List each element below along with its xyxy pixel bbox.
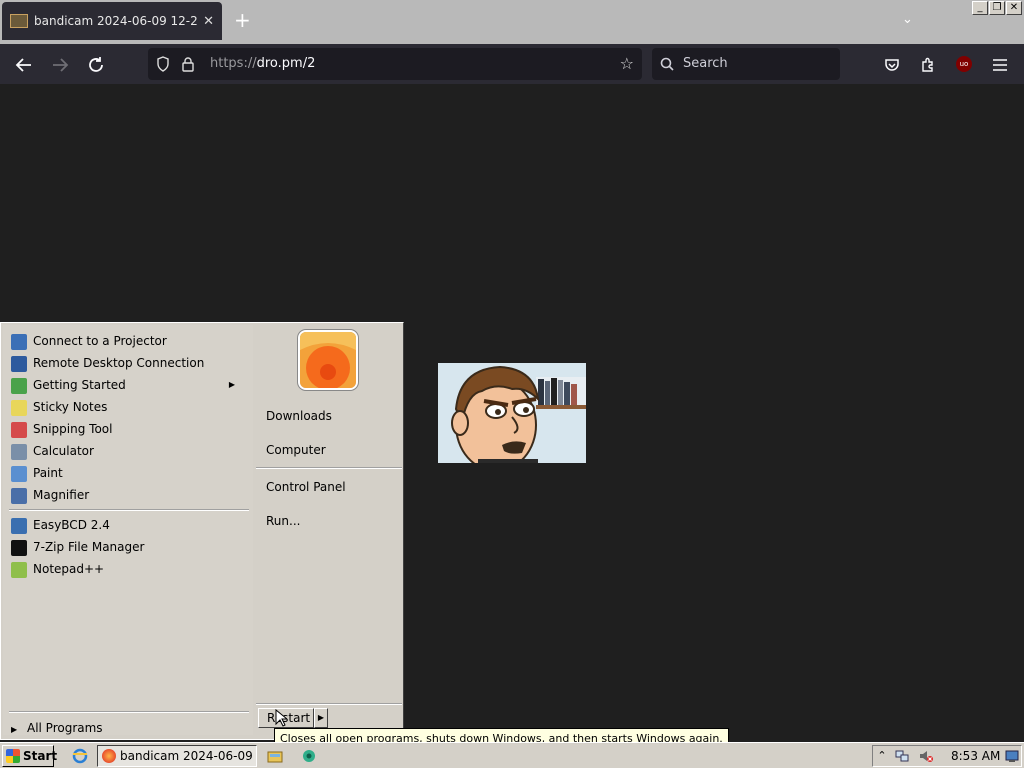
- search-placeholder: Search: [683, 56, 728, 71]
- downloads-item[interactable]: Downloads: [266, 409, 332, 423]
- control-panel-item[interactable]: Control Panel: [266, 480, 346, 494]
- start-menu-item-remote-desktop[interactable]: Remote Desktop Connection: [11, 352, 243, 374]
- menu-hamburger-icon[interactable]: [992, 44, 1008, 84]
- url-host: dro.pm/2: [256, 56, 316, 71]
- start-button[interactable]: Start: [2, 745, 58, 767]
- start-menu-item-label: Remote Desktop Connection: [33, 356, 205, 370]
- restore-button[interactable]: ❐: [989, 1, 1005, 15]
- forward-icon[interactable]: [51, 44, 69, 84]
- start-menu-item-label: Getting Started: [33, 378, 126, 392]
- start-label: Start: [23, 749, 58, 763]
- start-menu-item-label: Snipping Tool: [33, 422, 113, 436]
- tab-strip: bandicam 2024-06-09 12-20-53-0 ✕ + ⌄ _ ❐…: [0, 0, 1024, 44]
- start-menu-item-label: Sticky Notes: [33, 400, 108, 414]
- show-desktop-icon[interactable]: [1005, 749, 1019, 763]
- start-menu-item-label: 7-Zip File Manager: [33, 540, 145, 554]
- remote-desktop-icon: [11, 355, 27, 372]
- start-menu-item-label: Notepad++: [33, 562, 105, 576]
- windows-logo-icon: [6, 749, 20, 763]
- right-pane-separator: [256, 467, 402, 469]
- start-menu-item-notepad-plus-plus[interactable]: Notepad++: [11, 558, 243, 580]
- window-controls: _ ❐ ✕: [972, 1, 1022, 15]
- notepad-plus-plus-icon: [11, 561, 27, 578]
- tracking-protection-icon[interactable]: [156, 48, 170, 80]
- reload-icon[interactable]: [87, 44, 105, 84]
- tab-title: bandicam 2024-06-09 12-20-53-0: [34, 14, 198, 28]
- start-menu-item-label: Calculator: [33, 444, 94, 458]
- projector-icon: [11, 333, 27, 350]
- url-text[interactable]: https://dro.pm/2: [210, 48, 315, 80]
- lock-icon[interactable]: [182, 48, 194, 80]
- shutdown-separator: [256, 703, 402, 705]
- url-scheme: https://: [210, 56, 257, 71]
- navigation-bar: https://dro.pm/2 ☆ Search uo: [0, 44, 1024, 84]
- url-bar[interactable]: https://dro.pm/2 ☆: [148, 48, 642, 80]
- ublock-origin-icon[interactable]: uo: [956, 56, 972, 72]
- start-menu-item-snipping-tool[interactable]: Snipping Tool: [11, 418, 243, 440]
- pocket-icon[interactable]: [884, 44, 900, 84]
- start-menu-item-getting-started[interactable]: Getting Started ▶: [11, 374, 243, 396]
- start-menu-item-label: EasyBCD 2.4: [33, 518, 110, 532]
- start-menu-item-label: Paint: [33, 466, 63, 480]
- bookmark-star-icon[interactable]: ☆: [620, 48, 634, 80]
- sticky-notes-icon: [11, 399, 27, 416]
- mouse-cursor-icon: [275, 708, 289, 730]
- shutdown-options-arrow-icon[interactable]: ▶: [314, 708, 328, 728]
- submenu-arrow-icon: ▶: [228, 380, 235, 389]
- start-menu-item-paint[interactable]: Paint: [11, 462, 243, 484]
- start-menu-item-magnifier[interactable]: Magnifier: [11, 484, 243, 506]
- magnifier-icon: [11, 487, 27, 504]
- calculator-icon: [11, 443, 27, 460]
- close-tab-icon[interactable]: ✕: [203, 14, 214, 29]
- all-programs-arrow-icon: ▶: [11, 725, 18, 734]
- seven-zip-icon: [11, 539, 27, 556]
- new-tab-icon[interactable]: +: [234, 10, 251, 30]
- all-programs-label: All Programs: [26, 721, 103, 735]
- start-menu-item-label: Magnifier: [33, 488, 90, 502]
- minimize-button[interactable]: _: [972, 1, 988, 15]
- programs-separator: [9, 509, 249, 511]
- show-hidden-icons-icon[interactable]: ⌃: [875, 749, 889, 763]
- paint-icon: [11, 465, 27, 482]
- easybcd-icon: [11, 517, 27, 534]
- file-manager-icon[interactable]: [267, 748, 283, 764]
- extensions-icon[interactable]: [920, 44, 936, 84]
- start-menu-item-calculator[interactable]: Calculator: [11, 440, 243, 462]
- all-programs-separator: [9, 711, 249, 713]
- start-menu-item-label: Connect to a Projector: [33, 334, 167, 348]
- start-menu-item-projector[interactable]: Connect to a Projector: [11, 330, 243, 352]
- back-icon[interactable]: [15, 44, 33, 84]
- run-item[interactable]: Run...: [266, 514, 300, 528]
- start-menu-item-easybcd[interactable]: EasyBCD 2.4: [11, 514, 243, 536]
- taskbar: Start bandicam 2024-06-09 12... ⌃ 8:53 A…: [0, 742, 1024, 768]
- getting-started-icon: [11, 377, 27, 394]
- computer-item[interactable]: Computer: [266, 443, 326, 457]
- start-menu-item-seven-zip[interactable]: 7-Zip File Manager: [11, 536, 243, 558]
- search-icon: [660, 48, 674, 80]
- taskbar-item-label: bandicam 2024-06-09 12...: [120, 749, 256, 763]
- close-window-button[interactable]: ✕: [1006, 1, 1022, 15]
- internet-explorer-icon[interactable]: [72, 748, 88, 764]
- firefox-icon: [102, 749, 116, 763]
- app-green-icon[interactable]: [301, 748, 317, 764]
- snipping-tool-icon: [11, 421, 27, 438]
- search-box[interactable]: Search: [652, 48, 840, 80]
- start-menu-item-sticky-notes[interactable]: Sticky Notes: [11, 396, 243, 418]
- cartoon-image: [438, 363, 586, 463]
- clock[interactable]: 8:53 AM: [951, 746, 1000, 766]
- all-programs-button[interactable]: ▶ All Programs: [11, 721, 103, 735]
- start-menu-programs-pane: Connect to a Projector Remote Desktop Con…: [3, 325, 253, 735]
- volume-muted-icon[interactable]: [919, 749, 933, 763]
- network-icon[interactable]: [895, 749, 909, 763]
- list-all-tabs-icon[interactable]: ⌄: [902, 12, 913, 27]
- user-picture[interactable]: [300, 332, 356, 388]
- system-tray: ⌃ 8:53 AM: [872, 745, 1022, 767]
- taskbar-item-firefox[interactable]: bandicam 2024-06-09 12...: [97, 745, 257, 767]
- browser-tab[interactable]: bandicam 2024-06-09 12-20-53-0 ✕: [2, 2, 222, 40]
- bandicam-favicon-icon: [10, 14, 28, 28]
